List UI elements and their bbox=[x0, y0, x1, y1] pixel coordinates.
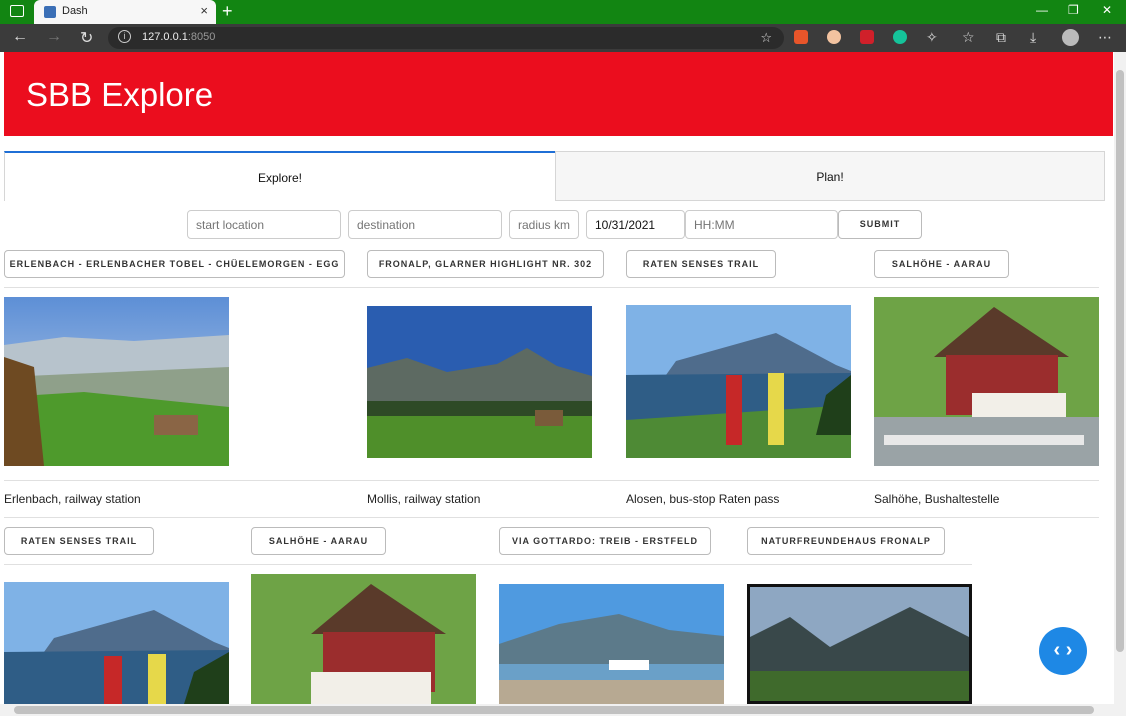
route-photo bbox=[367, 306, 592, 458]
back-button[interactable]: ← bbox=[12, 28, 28, 46]
close-window-button[interactable]: ✕ bbox=[1102, 3, 1112, 17]
destination-input[interactable] bbox=[348, 210, 502, 239]
route-button[interactable]: FRONALP, GLARNER HIGHLIGHT NR. 302 bbox=[367, 250, 604, 278]
profile-avatar[interactable] bbox=[1062, 29, 1079, 46]
route-button[interactable]: RATEN SENSES TRAIL bbox=[4, 527, 154, 555]
forward-button[interactable]: → bbox=[46, 28, 62, 46]
dash-debug-button[interactable]: ‹ › bbox=[1039, 627, 1087, 675]
minimize-button[interactable]: — bbox=[1036, 3, 1048, 17]
collections-icon[interactable]: ⧉ bbox=[996, 29, 1006, 46]
route-photo bbox=[4, 297, 229, 466]
download-icon[interactable]: ⤓ bbox=[1030, 29, 1036, 46]
route-photo bbox=[4, 582, 229, 704]
station-caption: Alosen, bus-stop Raten pass bbox=[626, 492, 780, 506]
divider bbox=[4, 287, 1099, 288]
window-menu-icon[interactable] bbox=[10, 5, 24, 17]
new-tab-button[interactable]: + bbox=[222, 1, 233, 22]
submit-button[interactable]: SUBMIT bbox=[838, 210, 922, 239]
grammarly-icon[interactable] bbox=[893, 30, 907, 44]
date-input[interactable] bbox=[586, 210, 685, 239]
radius-input[interactable] bbox=[509, 210, 579, 239]
menu-icon[interactable]: ⋯ bbox=[1098, 29, 1112, 46]
vertical-scrollbar[interactable] bbox=[1114, 52, 1126, 704]
reload-button[interactable]: ↻ bbox=[80, 28, 93, 48]
page-content: SBB Explore Explore! Plan! SUBMIT ERLENB… bbox=[0, 52, 1114, 704]
station-caption: Erlenbach, railway station bbox=[4, 492, 141, 506]
browser-titlebar: Dash × + — ❐ ✕ bbox=[0, 0, 1126, 24]
extension-icon[interactable] bbox=[827, 30, 841, 44]
station-caption: Mollis, railway station bbox=[367, 492, 481, 506]
route-photo bbox=[747, 584, 972, 704]
dash-favicon-icon bbox=[44, 6, 56, 18]
url-text: 127.0.0.1:8050 bbox=[142, 31, 216, 43]
route-photo bbox=[626, 305, 851, 458]
route-button[interactable]: RATEN SENSES TRAIL bbox=[626, 250, 776, 278]
favorites-icon[interactable]: ☆ bbox=[962, 29, 975, 46]
extension-m-icon[interactable] bbox=[860, 30, 874, 44]
divider bbox=[4, 517, 1099, 518]
tab-bar: Explore! Plan! bbox=[4, 151, 1105, 201]
horizontal-scrollbar[interactable] bbox=[0, 704, 1126, 716]
route-photo bbox=[874, 297, 1099, 466]
page-title: SBB Explore bbox=[26, 76, 214, 113]
tab-close-icon[interactable]: × bbox=[200, 3, 208, 18]
route-photo bbox=[251, 574, 476, 704]
brave-extension-icon[interactable] bbox=[794, 30, 808, 44]
time-input[interactable] bbox=[685, 210, 838, 239]
route-button[interactable]: ERLENBACH - ERLENBACHER TOBEL - CHÜELEMO… bbox=[4, 250, 345, 278]
route-photo bbox=[499, 584, 724, 704]
address-toolbar: ← → ↻ i 127.0.0.1:8050 ☆ ✧ ☆ ⧉ ⤓ ⋯ bbox=[0, 24, 1126, 52]
favorite-star-icon[interactable]: ☆ bbox=[760, 30, 772, 46]
start-location-input[interactable] bbox=[187, 210, 341, 239]
site-info-icon[interactable]: i bbox=[118, 30, 131, 43]
route-button[interactable]: NATURFREUNDEHAUS FRONALP bbox=[747, 527, 945, 555]
extensions-puzzle-icon[interactable]: ✧ bbox=[926, 29, 938, 46]
tab-explore[interactable]: Explore! bbox=[4, 151, 555, 201]
route-button[interactable]: VIA GOTTARDO: TREIB - ERSTFELD bbox=[499, 527, 711, 555]
tab-title: Dash bbox=[62, 5, 88, 17]
route-button[interactable]: SALHÖHE - AARAU bbox=[251, 527, 386, 555]
tab-plan[interactable]: Plan! bbox=[555, 151, 1105, 201]
address-bar[interactable]: i 127.0.0.1:8050 ☆ bbox=[108, 27, 784, 49]
divider bbox=[4, 480, 1099, 481]
route-button[interactable]: SALHÖHE - AARAU bbox=[874, 250, 1009, 278]
station-caption: Salhöhe, Bushaltestelle bbox=[874, 492, 1000, 506]
app-header: SBB Explore bbox=[4, 52, 1113, 136]
maximize-button[interactable]: ❐ bbox=[1068, 3, 1079, 17]
browser-tab[interactable]: Dash × bbox=[34, 0, 216, 24]
divider bbox=[4, 564, 972, 565]
